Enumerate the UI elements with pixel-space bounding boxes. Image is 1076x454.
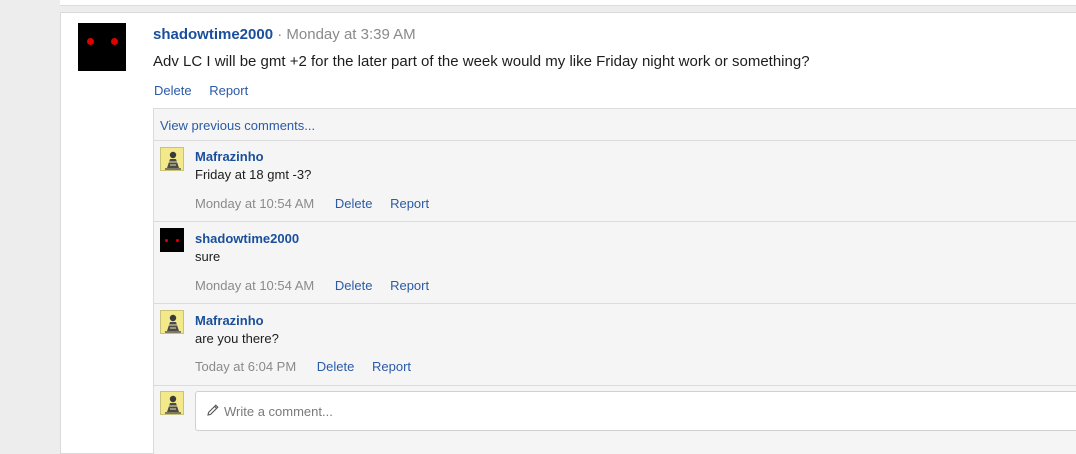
comments-section: View previous comments... Mafrazinho Fri… [153,108,1076,454]
avatar-figure-icon [161,311,183,333]
comment-author-link[interactable]: Mafrazinho [195,313,264,328]
write-comment-placeholder: Write a comment... [224,404,333,419]
avatar[interactable] [160,391,184,415]
view-previous-link[interactable]: View previous comments... [160,118,315,133]
avatar-figure-icon [161,392,183,414]
avatar[interactable] [78,23,126,71]
comment-text: are you there? [195,331,279,346]
post-body: Adv LC I will be gmt +2 for the later pa… [153,53,810,70]
avatar-eye [165,239,168,242]
comment-meta: Today at 6:04 PM Delete Report [195,359,425,374]
avatar[interactable] [160,228,184,252]
previous-post-edge [60,0,1076,6]
delete-link[interactable]: Delete [317,359,355,374]
delete-link[interactable]: Delete [154,83,192,98]
comment-meta: Monday at 10:54 AM Delete Report [195,278,443,293]
comment-item: shadowtime2000 sure Monday at 10:54 AM D… [154,222,1076,304]
write-comment-input[interactable]: Write a comment... [195,391,1076,431]
comment-meta: Monday at 10:54 AM Delete Report [195,196,443,211]
pencil-icon [207,404,219,416]
comment-author-link[interactable]: Mafrazinho [195,149,264,164]
report-link[interactable]: Report [390,278,429,293]
comment-author-link[interactable]: shadowtime2000 [195,231,299,246]
comment-text: Friday at 18 gmt -3? [195,167,312,182]
profile-post: shadowtime2000 · Monday at 3:39 AM Adv L… [60,12,1076,454]
comment-text: sure [195,249,221,264]
comment-time[interactable]: Monday at 10:54 AM [195,196,314,211]
view-previous-comments: View previous comments... [154,109,1076,141]
report-link[interactable]: Report [390,196,429,211]
avatar[interactable] [160,310,184,334]
report-link[interactable]: Report [209,83,248,98]
post-author-link[interactable]: shadowtime2000 [153,26,273,43]
comment-time[interactable]: Today at 6:04 PM [195,359,296,374]
avatar-eye [111,38,118,45]
avatar-eye [87,38,94,45]
report-link[interactable]: Report [372,359,411,374]
avatar-figure-icon [161,148,183,170]
post-time[interactable]: Monday at 3:39 AM [286,26,415,43]
post-actions: Delete Report [154,83,262,98]
post-header: shadowtime2000 · Monday at 3:39 AM [153,26,416,43]
comment-item: Mafrazinho are you there? Today at 6:04 … [154,304,1076,386]
separator: · [277,26,283,43]
avatar[interactable] [160,147,184,171]
delete-link[interactable]: Delete [335,196,373,211]
delete-link[interactable]: Delete [335,278,373,293]
comment-time[interactable]: Monday at 10:54 AM [195,278,314,293]
avatar-eye [176,239,179,242]
comment-item: Mafrazinho Friday at 18 gmt -3? Monday a… [154,141,1076,222]
